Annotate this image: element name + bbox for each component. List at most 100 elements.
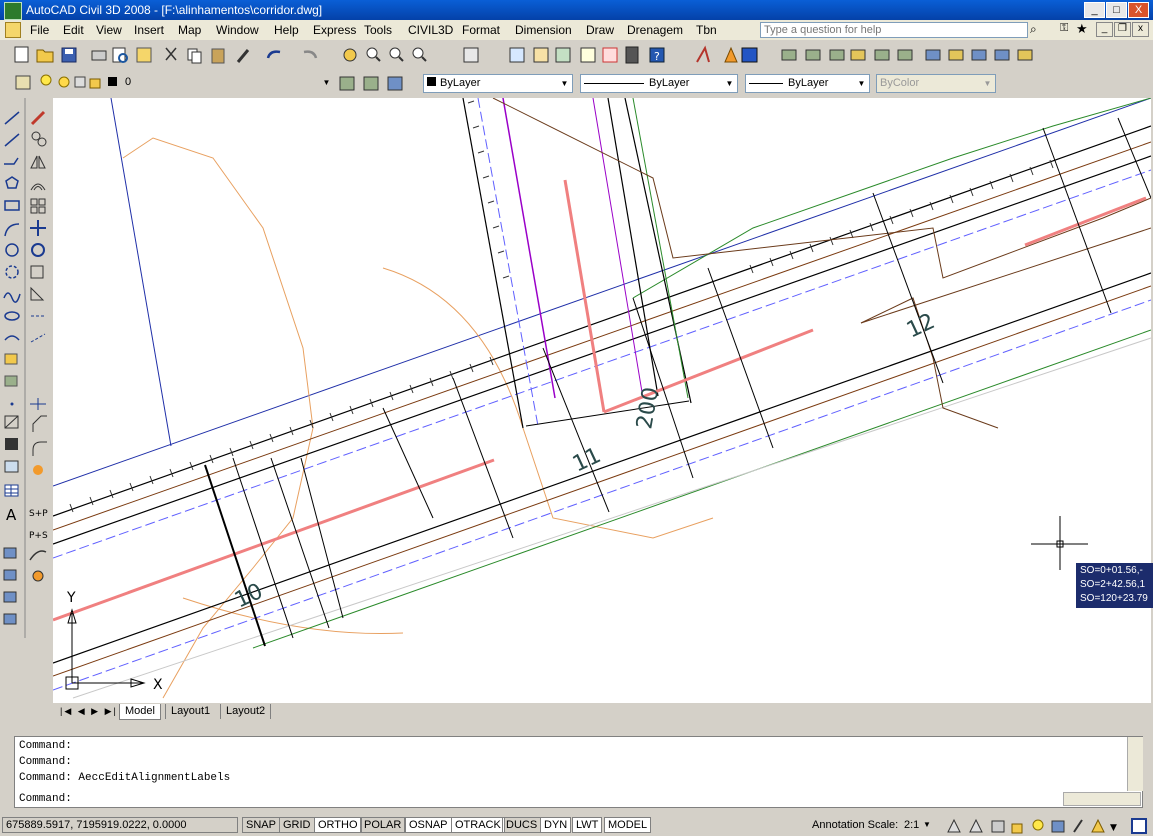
civil-monitor-icon[interactable] (741, 47, 758, 63)
hatch-icon[interactable] (4, 415, 19, 429)
command-window[interactable]: Command: Command: Command: AeccEditAlign… (14, 736, 1143, 808)
tab-layout1[interactable]: Layout1 (165, 704, 215, 719)
color-swatch-icon[interactable] (108, 77, 117, 86)
pan-icon[interactable] (343, 48, 357, 62)
lock-icon[interactable] (89, 78, 101, 89)
lightbulb-icon[interactable] (40, 74, 52, 86)
close-button[interactable]: X (1128, 2, 1149, 18)
menu-edit[interactable]: Edit (63, 23, 84, 37)
properties-icon[interactable] (463, 47, 479, 63)
preview-icon[interactable] (112, 47, 128, 63)
explode-icon[interactable] (33, 465, 43, 475)
gradient-icon[interactable] (5, 438, 18, 450)
mirror-icon[interactable] (30, 155, 46, 169)
zoom-realtime-icon[interactable] (366, 47, 381, 62)
doc-restore-button[interactable]: ❐ (1114, 22, 1131, 37)
construction-line-icon[interactable] (4, 133, 20, 147)
offset-icon[interactable] (30, 183, 46, 191)
station-label[interactable]: 11 (569, 443, 605, 477)
favorites-icon[interactable]: ★ (1076, 21, 1090, 36)
minimize-button[interactable]: _ (1084, 2, 1105, 18)
doc-close-button[interactable]: x (1132, 22, 1149, 37)
clean-screen-toggle-icon[interactable] (1131, 818, 1147, 834)
menu-tools[interactable]: Tools (364, 23, 392, 37)
menu-map[interactable]: Map (178, 23, 201, 37)
lineweight-control-dropdown[interactable]: ByLayer ▼ (745, 74, 870, 93)
undo-icon[interactable] (266, 50, 281, 59)
menu-insert[interactable]: Insert (134, 23, 164, 37)
fillet-icon[interactable] (32, 441, 47, 456)
dbconnect-icon[interactable] (602, 47, 618, 63)
toggle-ducs[interactable]: DUCS (502, 817, 542, 833)
zoom-previous-icon[interactable] (412, 47, 427, 62)
array-icon[interactable] (30, 198, 46, 214)
coordinate-readout[interactable]: 675889.5917, 7195919.0222, 0.0000 (2, 817, 238, 833)
express-tools-icon[interactable] (696, 45, 710, 63)
alert-icon[interactable] (1091, 818, 1105, 833)
menu-help[interactable]: Help (274, 23, 299, 37)
freeze-icon[interactable] (74, 76, 86, 88)
zoom-window-icon[interactable] (389, 47, 404, 62)
layer-previous-icon[interactable] (363, 76, 379, 91)
maximize-button[interactable]: □ (1106, 2, 1127, 18)
toggle-snap[interactable]: SNAP (242, 817, 280, 833)
new-icon[interactable] (14, 46, 29, 63)
document-icon[interactable] (5, 22, 21, 38)
toggle-osnap[interactable]: OSNAP (405, 817, 452, 833)
make-block-icon[interactable] (4, 375, 18, 387)
lock-icon[interactable] (1011, 823, 1023, 834)
toggle-lwt[interactable]: LWT (572, 817, 603, 833)
menu-drenagem[interactable]: Drenagem (627, 23, 683, 37)
ellipse-arc-icon[interactable] (4, 335, 20, 341)
polygon-icon[interactable] (5, 176, 19, 189)
clean-screen-icon[interactable] (1073, 819, 1083, 833)
save-icon[interactable] (61, 47, 77, 63)
rectangle-icon[interactable] (4, 200, 20, 211)
menu-file[interactable]: File (30, 23, 49, 37)
menu-civil3d[interactable]: CIVIL3D (408, 23, 453, 37)
arc-icon[interactable] (4, 223, 20, 237)
menu-draw[interactable]: Draw (586, 23, 614, 37)
layer-tools-icons[interactable] (781, 49, 1033, 61)
corridor-drawing[interactable]: 10 11 12 200 Y X (52, 97, 1152, 703)
menu-dimension[interactable]: Dimension (515, 23, 572, 37)
linetype-control-dropdown[interactable]: ByLayer ▼ (580, 74, 738, 93)
sheet-set-icon[interactable] (555, 47, 571, 63)
layer-isolate-icons[interactable] (3, 547, 17, 625)
revcloud-icon[interactable] (5, 265, 19, 279)
break-icon[interactable] (30, 398, 46, 410)
toggle-otrack[interactable]: OTRACK (451, 817, 505, 833)
toolbar-lock-icon[interactable] (991, 820, 1005, 833)
toggle-polar[interactable]: POLAR (360, 817, 406, 833)
autocad-app-icon[interactable] (4, 2, 22, 20)
curve-tool-icon[interactable] (29, 550, 47, 561)
toggle-grid[interactable]: GRID (279, 817, 315, 833)
rotate-icon[interactable] (31, 243, 45, 257)
communication-center-icon[interactable] (1051, 820, 1065, 833)
toggle-ortho[interactable]: ORTHO (314, 817, 362, 833)
menu-format[interactable]: Format (462, 23, 500, 37)
tool-palettes-icon[interactable] (533, 47, 549, 63)
match-properties-icon[interactable] (236, 49, 250, 63)
menu-express[interactable]: Express (313, 23, 356, 37)
calculator-icon[interactable] (625, 46, 639, 64)
ps-icon[interactable]: P+S (29, 531, 48, 541)
extend-icon[interactable] (30, 333, 46, 343)
menu-tbn[interactable]: Tbn (696, 23, 717, 37)
line-tool-icon[interactable] (4, 111, 20, 125)
copy-object-icon[interactable] (31, 131, 47, 147)
cut-icon[interactable] (165, 47, 177, 61)
copy-icon[interactable] (187, 48, 202, 64)
annotation-visibility-icon[interactable] (947, 818, 961, 833)
paste-icon[interactable] (211, 48, 225, 64)
help-search-input[interactable]: Type a question for help (760, 22, 1028, 38)
command-horizontal-scrollbar[interactable] (1063, 792, 1141, 806)
color-control-dropdown[interactable]: ByLayer ▼ (423, 74, 573, 93)
table-icon[interactable] (4, 484, 19, 497)
scale-icon[interactable] (30, 265, 44, 279)
plot-icon[interactable] (91, 50, 107, 61)
sp-icon[interactable]: S+P (29, 509, 48, 519)
publish-icon[interactable] (136, 47, 152, 63)
station-label[interactable]: 12 (903, 309, 939, 343)
toggle-model[interactable]: MODEL (604, 817, 652, 833)
